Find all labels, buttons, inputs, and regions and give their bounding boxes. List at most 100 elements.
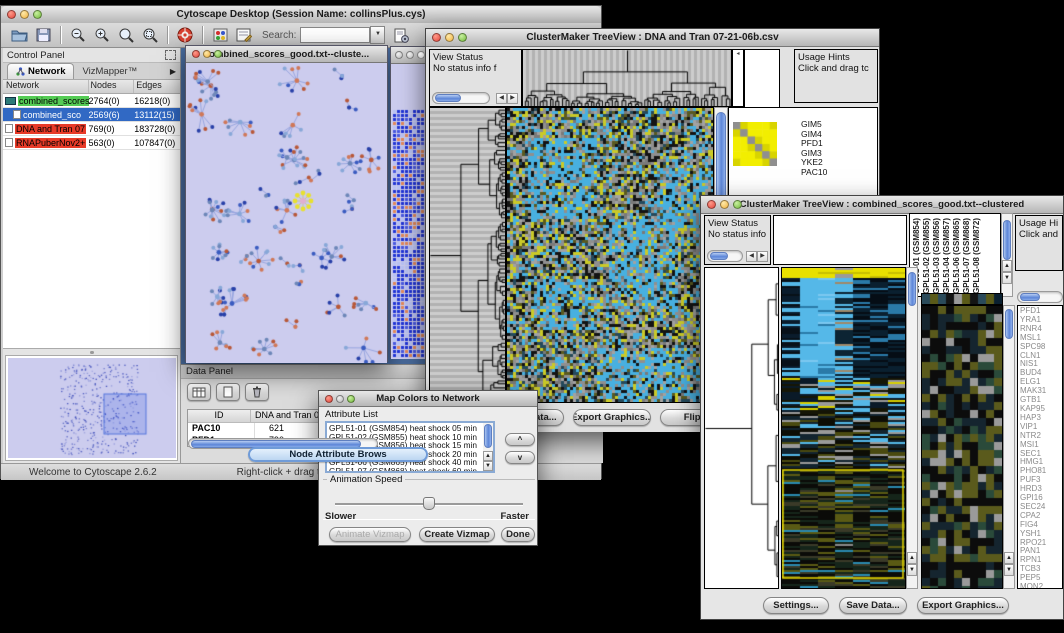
array-column-label[interactable]: GPL51-02 (GSM855) [922,218,931,294]
network-row-dna-tran[interactable]: DNA and Tran 07 769(0) 183728(0) [3,122,180,136]
treeview1-row-dendrogram[interactable] [429,107,506,403]
zoom-heatmap-scrollbar[interactable]: ▲ ▼ [1003,305,1015,589]
move-down-button[interactable]: v [505,451,535,464]
export-graphics-button[interactable]: Export Graphics... [917,597,1009,614]
array-column-label[interactable]: GPL51-04 (GSM857) [942,218,951,294]
move-up-button[interactable]: ^ [505,433,535,446]
zoom-fit-icon[interactable] [116,25,136,45]
export-graphics-button[interactable]: Export Graphics... [573,409,651,426]
float-panel-icon[interactable] [165,50,176,60]
scroll-down-arrow[interactable]: ▼ [1002,272,1012,284]
background-window-titlebar[interactable] [391,47,427,64]
scroll-thumb[interactable] [908,272,916,306]
zoom-button[interactable] [347,395,355,403]
scroll-up-arrow[interactable]: ▲ [1002,260,1012,272]
array-column-label[interactable]: GPL51-03 (GSM856) [932,218,941,294]
zoom-button[interactable] [458,33,467,42]
table-col-id[interactable]: ID [188,410,251,422]
node-attribute-browser-tab[interactable]: Node Attribute Brows [248,447,428,462]
gene-label[interactable]: MON2 [1020,583,1060,589]
scroll-up-arrow[interactable]: ▲ [483,451,493,461]
column-labels-scrollbar[interactable]: ▲ ▼ [1001,213,1013,297]
save-session-button[interactable] [33,25,53,45]
scroll-thumb[interactable] [1005,309,1013,339]
treeview1-zoom-matrix[interactable] [733,122,777,166]
dense-network-canvas[interactable] [391,64,427,359]
create-vizmap-button[interactable]: Create Vizmap [419,527,495,542]
attribute-list-scrollbar[interactable]: ▲ ▼ [483,423,493,471]
annotation-icon[interactable] [234,25,254,45]
scroll-down-arrow[interactable]: ▼ [1004,564,1014,576]
minimize-button[interactable] [20,10,29,19]
new-attribute-button[interactable] [216,383,240,401]
zoom-button[interactable] [214,50,222,58]
birdseye-view[interactable] [5,355,178,461]
scroll-down-arrow[interactable]: ▼ [483,461,493,471]
slider-left-arrow[interactable]: ◀ [496,93,507,104]
background-network-window[interactable] [390,46,428,358]
search-dropdown-button[interactable]: ▼ [370,26,385,44]
search-input[interactable] [300,27,370,43]
zoom-in-icon[interactable] [92,25,112,45]
save-data-button[interactable]: Save Data... [839,597,907,614]
scroll-up-arrow[interactable]: ▲ [1004,552,1014,564]
network-tree-empty-area[interactable] [3,150,180,349]
col-nodes[interactable]: Nodes [89,80,135,93]
zoom-selected-icon[interactable] [140,25,160,45]
gene-label[interactable]: PAC10 [801,168,827,178]
treeview2-heatmap[interactable] [781,267,906,589]
array-column-label[interactable]: GPL51-07 (GSM868) [962,218,971,294]
gene-list-slider[interactable] [1017,291,1063,303]
minimize-button[interactable] [720,200,729,209]
treeview2-titlebar[interactable]: ClusterMaker TreeView : combined_scores_… [701,196,1063,214]
settings-button[interactable]: Settings... [763,597,829,614]
col-network[interactable]: Network [3,80,89,93]
slider-right-arrow[interactable]: ▶ [507,93,518,104]
scroll-down-arrow[interactable]: ▼ [907,564,917,576]
zoom-slider[interactable] [432,92,490,104]
animation-speed-slider[interactable] [335,497,523,511]
col-edges[interactable]: Edges [134,80,180,93]
tab-overflow-button[interactable]: ▶ [166,63,180,79]
close-button[interactable] [432,33,441,42]
treeview2-column-dendrogram[interactable] [773,215,907,265]
help-lifering-icon[interactable] [175,25,195,45]
treeview1-column-dendrogram[interactable] [522,49,732,107]
treeview2-vscrollbar[interactable]: ▲ ▼ [906,267,918,589]
network-row-combined-scores[interactable]: combined_scores 2764(0) 16218(0) [3,94,180,108]
close-button[interactable] [325,395,333,403]
treeview2-zoom-heatmap[interactable] [921,305,1003,589]
slider-right-arrow[interactable]: ▶ [757,251,768,262]
main-titlebar[interactable]: Cytoscape Desktop (Session Name: collins… [1,6,601,24]
slider-thumb[interactable] [423,497,435,510]
zoom-button[interactable] [733,200,742,209]
vizmapper-palette-icon[interactable] [210,25,230,45]
minimize-button[interactable] [406,51,414,59]
zoom-slider[interactable] [707,250,743,262]
close-button[interactable] [7,10,16,19]
network-row-combined-sco-selected[interactable]: combined_sco 2569(6) 13112(15) [3,108,180,122]
array-column-label[interactable]: GPL51-06 (GSM865) [952,218,961,294]
zoom-button[interactable] [417,51,425,59]
slider-left-arrow[interactable]: ◀ [746,251,757,262]
open-session-button[interactable] [9,25,29,45]
treeview2-row-dendrogram[interactable] [704,267,779,589]
network-row-rnapuber[interactable]: RNAPuberNov2+ 563(0) 107847(0) [3,136,180,150]
delete-attribute-button[interactable] [245,383,269,401]
close-button[interactable] [395,51,403,59]
done-button[interactable]: Done [501,527,535,542]
close-button[interactable] [192,50,200,58]
zoom-button[interactable] [33,10,42,19]
select-attributes-button[interactable] [187,383,211,401]
attribute-item[interactable]: GPL51-07 (GSM868) heat shock 60 min [329,467,491,473]
minimize-button[interactable] [203,50,211,58]
scroll-thumb[interactable] [484,424,492,448]
dialog-titlebar[interactable]: Map Colors to Network [319,391,537,407]
close-button[interactable] [707,200,716,209]
network-view-titlebar[interactable]: combined_scores_good.txt--cluste... [186,46,387,63]
import-attributes-icon[interactable] [391,25,411,45]
array-column-label[interactable]: GPL51-08 (GSM872) [972,218,981,294]
treeview1-titlebar[interactable]: ClusterMaker TreeView : DNA and Tran 07-… [426,29,879,47]
network-graph-canvas[interactable] [186,63,387,363]
minimize-button[interactable] [445,33,454,42]
